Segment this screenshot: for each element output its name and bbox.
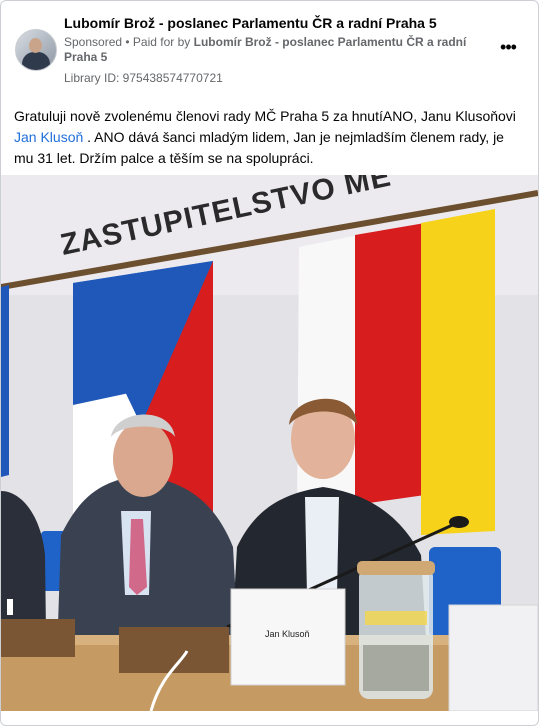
page-name-link[interactable]: Lubomír Brož - poslanec Parlamentu ČR a …: [64, 15, 437, 31]
page-avatar[interactable]: [15, 29, 57, 71]
library-id: Library ID: 975438574770721: [64, 71, 223, 85]
municipal-flag: [297, 209, 495, 535]
sponsored-label: Sponsored: [64, 35, 123, 49]
post-photo[interactable]: ZASTUPITELSTVO MĚ Jan Klusoň: [1, 175, 538, 711]
water-jug: [357, 561, 435, 699]
name-card-label: Jan Klusoň: [265, 629, 310, 639]
post-text: Gratuluji nově zvolenému členovi rady MČ…: [14, 108, 516, 166]
mention-link[interactable]: Jan Klusoň: [14, 129, 83, 145]
more-options-icon[interactable]: •••: [498, 38, 518, 59]
post-header: Lubomír Brož - poslanec Parlamentu ČR a …: [1, 1, 538, 91]
sponsor-info: Sponsored • Paid for by Lubomír Brož - p…: [64, 35, 467, 64]
ad-post-card: Lubomír Brož - poslanec Parlamentu ČR a …: [0, 0, 539, 726]
